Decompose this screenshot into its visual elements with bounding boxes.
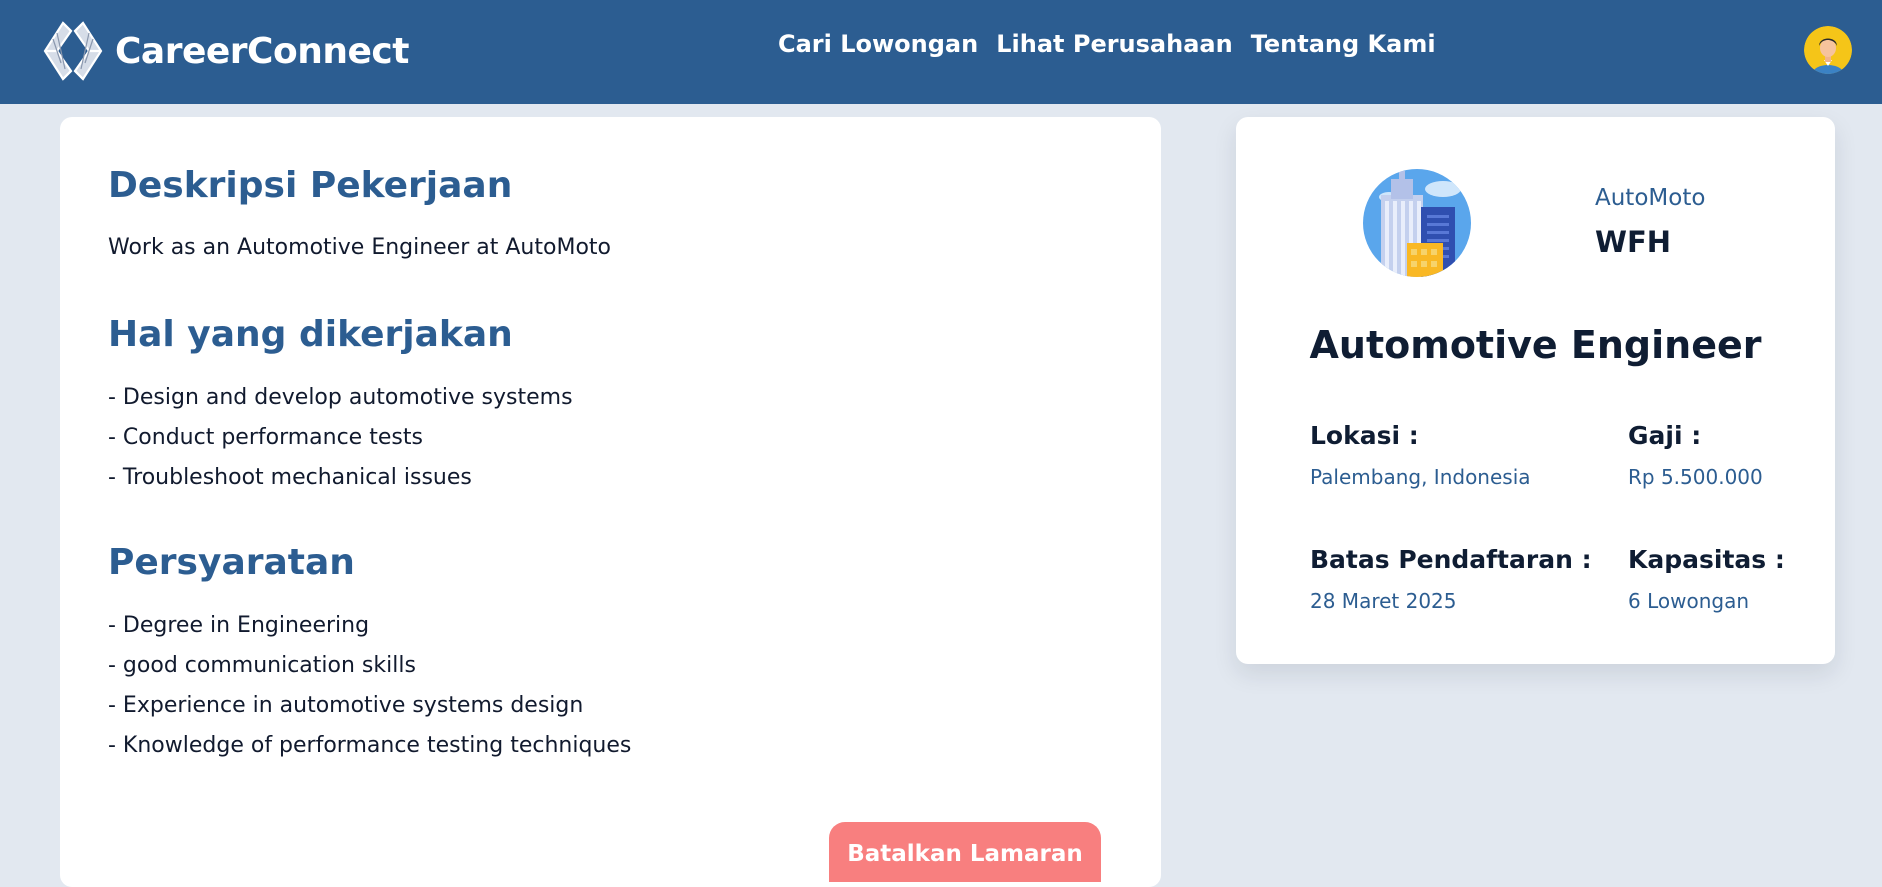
list-item: - Conduct performance tests xyxy=(108,425,423,450)
user-avatar[interactable] xyxy=(1804,26,1852,74)
responsibilities-heading: Hal yang dikerjakan xyxy=(108,314,513,355)
nav-cari-lowongan[interactable]: Cari Lowongan xyxy=(778,30,978,58)
job-description-text: Work as an Automotive Engineer at AutoMo… xyxy=(108,235,611,260)
top-navbar: CareerConnect Cari Lowongan Lihat Perusa… xyxy=(0,0,1882,104)
responsibilities-list: - Design and develop automotive systems … xyxy=(108,378,573,498)
nav-lihat-perusahaan[interactable]: Lihat Perusahaan xyxy=(996,30,1232,58)
job-title: Automotive Engineer xyxy=(1309,323,1762,367)
careerconnect-logo-icon xyxy=(43,21,103,81)
requirements-heading: Persyaratan xyxy=(108,542,355,583)
company-building-icon xyxy=(1363,169,1471,277)
list-item: - Degree in Engineering xyxy=(108,613,370,638)
capacity-label: Kapasitas : xyxy=(1628,545,1785,574)
company-name[interactable]: AutoMoto xyxy=(1595,185,1705,211)
work-type: WFH xyxy=(1595,225,1672,259)
job-details-card: Deskripsi Pekerjaan Work as an Automotiv… xyxy=(60,117,1161,887)
salary-value: Rp 5.500.000 xyxy=(1628,465,1763,489)
list-item: - Experience in automotive systems desig… xyxy=(108,693,584,718)
list-item: - good communication skills xyxy=(108,653,416,678)
brand-name: CareerConnect xyxy=(115,30,409,72)
nav-tentang-kami[interactable]: Tentang Kami xyxy=(1251,30,1436,58)
job-description-heading: Deskripsi Pekerjaan xyxy=(108,165,513,206)
capacity-value: 6 Lowongan xyxy=(1628,589,1750,613)
list-item: - Knowledge of performance testing techn… xyxy=(108,733,632,758)
deadline-value: 28 Maret 2025 xyxy=(1310,589,1457,613)
location-label: Lokasi : xyxy=(1310,421,1419,450)
job-summary-card: AutoMoto WFH Automotive Engineer Lokasi … xyxy=(1236,117,1835,664)
brand[interactable]: CareerConnect xyxy=(41,18,409,84)
list-item: - Troubleshoot mechanical issues xyxy=(108,465,472,490)
list-item: - Design and develop automotive systems xyxy=(108,385,573,410)
requirements-list: - Degree in Engineering - good communica… xyxy=(108,606,631,766)
user-avatar-icon xyxy=(1804,26,1852,74)
main-nav: Cari Lowongan Lihat Perusahaan Tentang K… xyxy=(778,30,1436,58)
cancel-application-button[interactable]: Batalkan Lamaran xyxy=(829,822,1101,882)
location-value: Palembang, Indonesia xyxy=(1310,465,1531,489)
salary-label: Gaji : xyxy=(1628,421,1702,450)
deadline-label: Batas Pendaftaran : xyxy=(1310,545,1592,574)
